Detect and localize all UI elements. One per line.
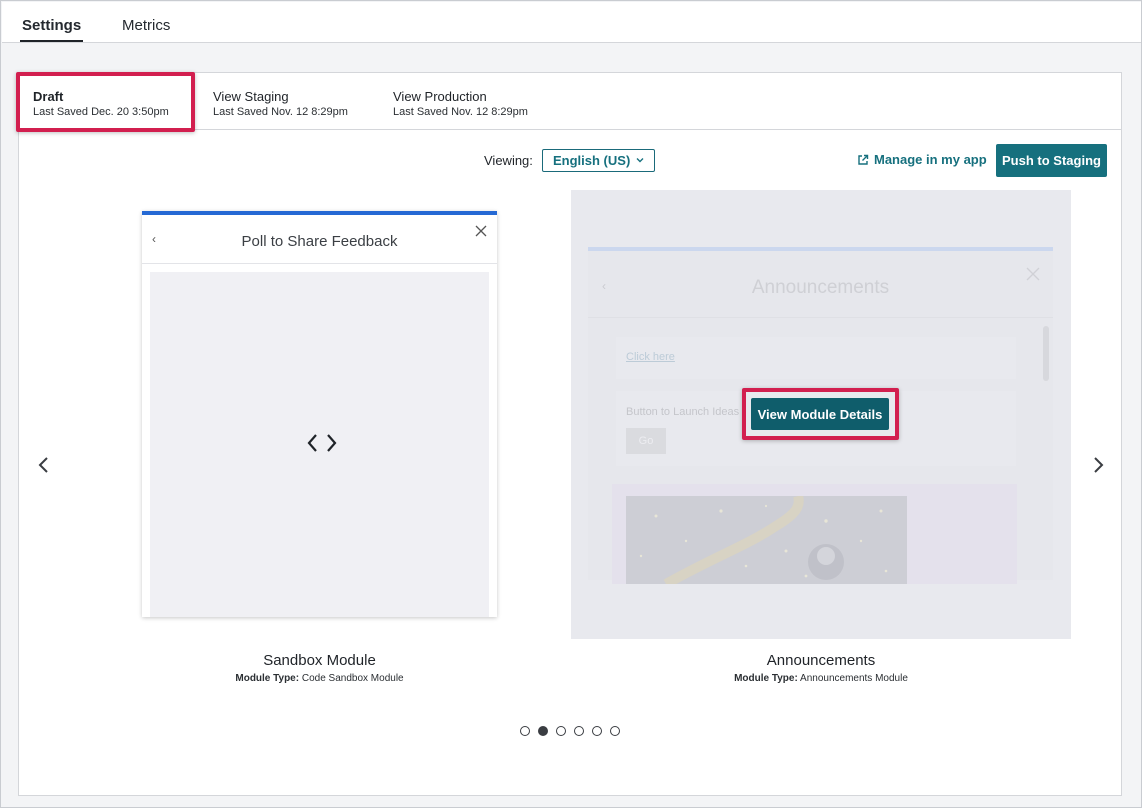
module-name: Sandbox Module: [263, 652, 376, 669]
module-name: Announcements: [766, 652, 876, 669]
version-tab-staging[interactable]: View Staging Last Saved Nov. 12 8:29pm: [213, 88, 348, 120]
carousel-dot[interactable]: [574, 726, 584, 736]
tab-settings[interactable]: Settings: [20, 17, 84, 42]
push-to-staging-button[interactable]: Push to Staging: [996, 144, 1107, 177]
module-type: Module Type: Announcements Module: [571, 673, 1071, 684]
carousel-dot[interactable]: [520, 726, 530, 736]
tab-metrics[interactable]: Metrics: [122, 17, 170, 42]
version-tab-draft[interactable]: Draft Last Saved Dec. 20 3:50pm: [33, 88, 169, 120]
version-tab-production[interactable]: View Production Last Saved Nov. 12 8:29p…: [393, 88, 528, 120]
external-link-icon: [858, 154, 869, 165]
close-icon: [1026, 267, 1040, 281]
announcement-image: [626, 496, 907, 584]
manage-in-app-link[interactable]: Manage in my app: [857, 152, 987, 167]
version-tabs: Draft Last Saved Dec. 20 3:50pm View Sta…: [19, 73, 1121, 130]
scrollbar: [1043, 326, 1049, 381]
chevron-down-icon: [636, 158, 644, 163]
sandbox-body: [150, 272, 489, 617]
carousel-dot[interactable]: [592, 726, 602, 736]
version-saved: Last Saved Nov. 12 8:29pm: [393, 106, 528, 118]
preview-title: Announcements: [751, 277, 890, 298]
app-window: Settings Metrics Draft Last Saved Dec. 2…: [0, 0, 1142, 808]
module-type-label: Module Type:: [235, 673, 300, 684]
carousel-dot[interactable]: [556, 726, 566, 736]
version-title: View Production: [393, 89, 487, 104]
preview-title: Poll to Share Feedback: [241, 233, 398, 250]
link-block: Click here: [616, 337, 1016, 379]
launch-label: Button to Launch Ideas: [626, 406, 740, 418]
image-block: [612, 484, 1017, 584]
language-select[interactable]: English (US): [542, 149, 655, 172]
code-icon: [307, 434, 337, 452]
carousel-dot[interactable]: [610, 726, 620, 736]
click-here-link: Click here: [626, 351, 675, 363]
version-title: View Staging: [213, 89, 289, 104]
language-value: English (US): [553, 153, 631, 168]
chevron-left-icon[interactable]: [35, 455, 53, 475]
preview-header: ‹ Announcements: [588, 251, 1053, 313]
starry-illustration: [626, 496, 907, 584]
module-type: Module Type: Code Sandbox Module: [142, 673, 497, 684]
carousel-dot[interactable]: [538, 726, 548, 736]
chevron-right-icon[interactable]: [1089, 455, 1107, 475]
module-type-value: Announcements Module: [800, 673, 908, 684]
close-icon: [475, 225, 487, 237]
top-tab-bar: Settings Metrics: [2, 2, 1141, 43]
module-type-value: Code Sandbox Module: [301, 673, 404, 684]
manage-label: Manage in my app: [874, 152, 987, 167]
version-saved: Last Saved Dec. 20 3:50pm: [33, 106, 169, 118]
view-module-details-button[interactable]: View Module Details: [751, 398, 889, 430]
divider: [588, 317, 1053, 318]
version-saved: Last Saved Nov. 12 8:29pm: [213, 106, 348, 118]
version-title: Draft: [33, 89, 64, 104]
carousel-pagination: [520, 726, 620, 737]
go-button: Go: [626, 428, 666, 454]
module-type-label: Module Type:: [734, 673, 798, 684]
preview-header: ‹ Poll to Share Feedback: [142, 215, 497, 264]
sandbox-module-preview[interactable]: ‹ Poll to Share Feedback: [142, 211, 497, 617]
viewing-label: Viewing:: [484, 153, 533, 168]
